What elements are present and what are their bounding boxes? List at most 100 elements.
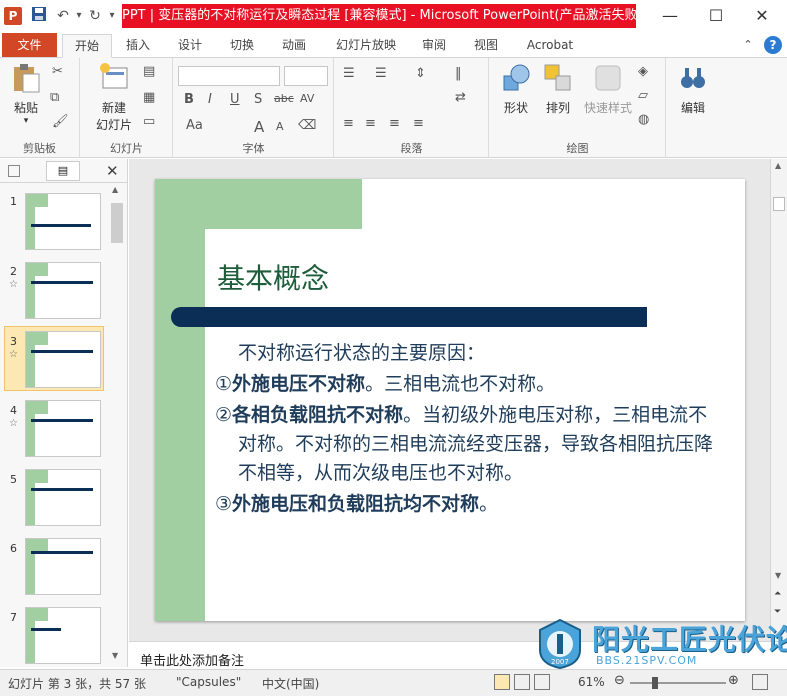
format-painter-icon[interactable]: 🖌 <box>52 114 69 129</box>
tab-slideshow[interactable]: 幻灯片放映 <box>326 34 406 58</box>
tab-design[interactable]: 设计 <box>170 34 210 58</box>
customize-qat-button[interactable]: ▾ <box>106 6 118 26</box>
current-slide[interactable]: 基本概念 不对称运行状态的主要原因： ①外施电压不对称。三相电流也不对称。 ②各… <box>155 179 745 621</box>
slide-body[interactable]: 不对称运行状态的主要原因： ①外施电压不对称。三相电流也不对称。 ②各相负载阻抗… <box>215 339 715 521</box>
spacing-button[interactable]: AV <box>300 92 314 105</box>
slides-view-tab[interactable] <box>8 165 20 177</box>
language-indicator[interactable]: 中文(中国) <box>262 675 319 692</box>
reset-icon[interactable]: ▦ <box>143 90 155 105</box>
editor-scrollbar[interactable]: ▲ ▼ ⏶ ⏷ <box>770 159 787 641</box>
change-case-button[interactable]: Aa <box>186 118 203 133</box>
shapes-button[interactable]: 形状 <box>496 62 536 116</box>
slide-editor: 基本概念 不对称运行状态的主要原因： ①外施电压不对称。三相电流也不对称。 ②各… <box>129 159 770 641</box>
ribbon-tabs: 文件 开始 插入 设计 切换 动画 幻灯片放映 审阅 视图 Acrobat ⌃ … <box>0 32 787 58</box>
arrange-button[interactable]: 排列 <box>538 62 578 116</box>
strikethrough-button[interactable]: abc <box>274 92 294 105</box>
copy-icon[interactable]: ⧉ <box>50 90 59 105</box>
numbering-icon[interactable]: ☰ <box>375 66 387 81</box>
tab-insert[interactable]: 插入 <box>118 34 158 58</box>
tab-transitions[interactable]: 切换 <box>222 34 262 58</box>
slide-thumbnail-1[interactable] <box>25 193 101 250</box>
shape-effects-icon[interactable]: ◍ <box>638 112 649 127</box>
align-left-icon[interactable]: ≡ <box>343 116 354 131</box>
tab-home[interactable]: 开始 <box>62 34 112 58</box>
collapse-ribbon-icon[interactable]: ⌃ <box>740 34 756 58</box>
arrange-icon <box>544 64 571 91</box>
font-size-combo[interactable] <box>284 66 328 86</box>
scroll-thumb[interactable] <box>773 197 785 211</box>
shape-outline-icon[interactable]: ▱ <box>638 88 648 103</box>
font-name-combo[interactable] <box>178 66 280 86</box>
columns-icon[interactable]: ‖ <box>455 66 462 81</box>
quick-styles-button[interactable]: 快速样式 <box>580 62 636 116</box>
section-icon[interactable]: ▭ <box>143 114 155 129</box>
redo-button[interactable]: ↻ <box>86 6 104 26</box>
fit-to-window-icon[interactable] <box>752 674 768 690</box>
forum-watermark: 阳光工匠光伏论坛 BBS.21SPV.COM 2007 <box>532 616 787 672</box>
thumbnail-scrollbar[interactable]: ▲ ▼ <box>110 185 124 665</box>
animation-star-icon: ☆ <box>9 349 18 360</box>
zoom-slider-thumb[interactable] <box>652 677 658 689</box>
shrink-font-button[interactable]: A <box>276 120 284 133</box>
tab-acrobat[interactable]: Acrobat <box>518 34 582 58</box>
scroll-up-icon[interactable]: ▲ <box>112 185 118 194</box>
shape-fill-icon[interactable]: ◈ <box>638 64 648 79</box>
bullet-1-number: ① <box>215 373 233 395</box>
grow-font-button[interactable]: A <box>254 118 264 136</box>
editing-button[interactable]: 编辑 <box>673 62 713 116</box>
slide-thumbnail-6[interactable] <box>25 538 101 595</box>
paragraph-label: 段落 <box>400 142 423 155</box>
shadow-button[interactable]: S <box>254 92 262 107</box>
scroll-down-icon[interactable]: ▼ <box>112 651 118 660</box>
slide-thumbnail-3[interactable] <box>25 331 101 388</box>
save-button[interactable] <box>30 6 48 26</box>
slide-title[interactable]: 基本概念 <box>217 257 329 297</box>
cut-icon[interactable]: ✂ <box>52 64 63 79</box>
minimize-button[interactable]: — <box>647 0 693 32</box>
underline-button[interactable]: U <box>230 92 240 107</box>
previous-slide-icon[interactable]: ⏶ <box>774 589 781 599</box>
bold-button[interactable]: B <box>184 92 194 107</box>
text-direction-icon[interactable]: ⇄ <box>455 90 466 105</box>
notes-placeholder: 单击此处添加备注 <box>140 654 245 669</box>
reading-view-icon[interactable] <box>534 674 550 690</box>
tab-view[interactable]: 视图 <box>466 34 506 58</box>
new-slide-button[interactable]: 新建 幻灯片 <box>89 62 139 133</box>
outline-view-tab[interactable]: ▤ <box>46 161 80 181</box>
line-spacing-icon[interactable]: ⇕ <box>415 66 426 81</box>
help-icon[interactable]: ? <box>764 36 782 54</box>
layout-icon[interactable]: ▤ <box>143 64 155 79</box>
restore-button[interactable]: ☐ <box>693 0 739 32</box>
undo-dropdown[interactable]: ▾ <box>74 6 84 26</box>
close-pane-icon[interactable]: ✕ <box>106 162 119 180</box>
bullets-icon[interactable]: ☰ <box>343 66 355 81</box>
normal-view-icon[interactable] <box>494 674 510 690</box>
save-icon <box>32 7 46 21</box>
slide-thumbnail-2[interactable] <box>25 262 101 319</box>
slide-thumbnail-7[interactable] <box>25 607 101 664</box>
bullet-1-text: 。三相电流也不对称。 <box>365 373 556 395</box>
tab-animations[interactable]: 动画 <box>274 34 314 58</box>
slide-count: 幻灯片 第 3 张，共 57 张 <box>8 677 146 691</box>
zoom-out-icon[interactable]: ⊖ <box>614 673 625 688</box>
close-button[interactable]: ✕ <box>739 0 785 32</box>
clear-formatting-icon[interactable]: ⌫ <box>298 118 316 133</box>
scroll-down-icon[interactable]: ▼ <box>775 571 781 580</box>
align-right-icon[interactable]: ≡ <box>389 116 400 131</box>
align-center-icon[interactable]: ≡ <box>365 116 376 131</box>
tab-file[interactable]: 文件 <box>2 33 57 57</box>
editing-group: 编辑 <box>667 58 717 158</box>
undo-button[interactable]: ↶ <box>54 6 72 26</box>
zoom-slider[interactable] <box>630 682 726 684</box>
slide-thumbnail-5[interactable] <box>25 469 101 526</box>
zoom-level[interactable]: 61% <box>578 675 605 689</box>
slide-thumbnail-4[interactable] <box>25 400 101 457</box>
scroll-up-icon[interactable]: ▲ <box>775 161 781 170</box>
italic-button[interactable]: I <box>208 92 212 107</box>
tab-review[interactable]: 审阅 <box>414 34 454 58</box>
slide-sorter-icon[interactable] <box>514 674 530 690</box>
zoom-in-icon[interactable]: ⊕ <box>728 673 739 688</box>
paste-button[interactable]: 粘贴 ▾ <box>6 62 46 126</box>
scroll-thumb[interactable] <box>111 203 123 243</box>
justify-icon[interactable]: ≡ <box>413 116 424 131</box>
